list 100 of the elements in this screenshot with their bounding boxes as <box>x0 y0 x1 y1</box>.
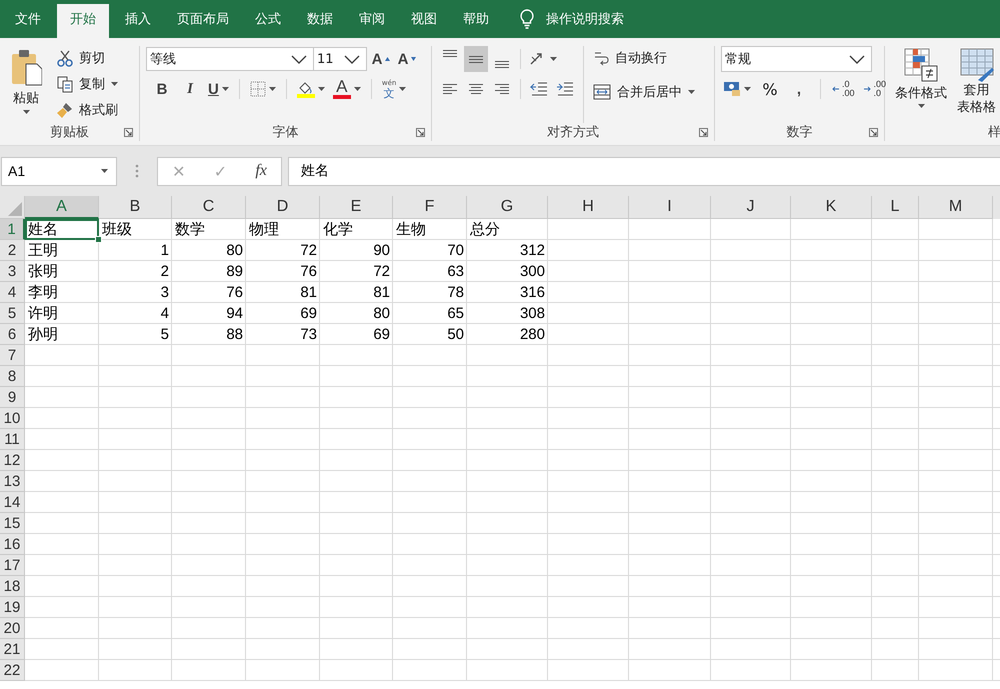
row-header[interactable]: 4 <box>0 282 25 303</box>
table-cell-text: 1 <box>160 241 170 261</box>
column-header[interactable]: B <box>99 196 172 219</box>
format-painter-button[interactable]: 格式刷 <box>54 98 121 122</box>
row-header[interactable]: 17 <box>0 555 25 576</box>
format-as-table-button[interactable]: 套用 表格格 <box>953 46 1000 123</box>
row-header[interactable]: 13 <box>0 471 25 492</box>
chevron-down-icon <box>849 54 865 64</box>
ribbon-tab[interactable]: 文件 <box>2 4 54 38</box>
number-format-dropdown[interactable]: 常规 <box>721 46 872 72</box>
column-header[interactable]: C <box>172 196 246 219</box>
dialog-launcher-icon[interactable] <box>869 128 878 137</box>
percent-button[interactable]: % <box>758 77 782 101</box>
column-header[interactable]: A <box>25 196 99 219</box>
caret-icon[interactable] <box>111 82 118 86</box>
dialog-launcher-icon[interactable] <box>416 128 425 137</box>
caret-icon[interactable] <box>399 87 406 91</box>
wrap-text-button[interactable]: 自动换行 <box>590 46 698 70</box>
group-label: 剪贴板 <box>50 124 89 141</box>
row-header[interactable]: 19 <box>0 597 25 618</box>
dialog-launcher-icon[interactable] <box>124 128 133 137</box>
increase-decimal-button[interactable]: .0 .00 <box>830 77 857 101</box>
clipboard-icon <box>10 48 42 86</box>
caret-icon[interactable] <box>318 87 325 91</box>
underline-button[interactable]: U <box>206 77 231 101</box>
table-cell-text: 72 <box>299 241 318 261</box>
row-header[interactable]: 7 <box>0 345 25 366</box>
table-cell-text: 生物 <box>395 219 427 240</box>
chevron-down-icon <box>291 54 307 64</box>
column-header[interactable]: I <box>629 196 711 219</box>
merge-cells-icon <box>593 84 611 100</box>
caret-icon[interactable] <box>550 57 557 61</box>
font-size-dropdown[interactable]: 11 <box>313 47 367 71</box>
row-header[interactable]: 9 <box>0 387 25 408</box>
insert-function-button[interactable]: fx <box>255 162 267 180</box>
row-header[interactable]: 8 <box>0 366 25 387</box>
caret-icon[interactable] <box>688 90 695 94</box>
row-header[interactable]: 11 <box>0 429 25 450</box>
table-cell-text: 李明 <box>27 282 59 303</box>
row-header[interactable]: 1 <box>0 219 25 240</box>
decrease-decimal-button[interactable]: .00 .0 <box>862 77 888 101</box>
tell-me-search[interactable]: 操作说明搜索 <box>546 10 624 28</box>
row-header[interactable]: 20 <box>0 618 25 639</box>
shrink-font-button[interactable]: A <box>395 47 419 71</box>
comma-button[interactable]: , <box>787 77 811 101</box>
table-style-icon <box>960 48 994 82</box>
grow-font-button[interactable]: A <box>369 47 393 71</box>
column-header[interactable]: E <box>320 196 393 219</box>
italic-button[interactable]: I <box>178 77 202 101</box>
row-header[interactable]: 3 <box>0 261 25 282</box>
bold-button[interactable]: B <box>150 77 174 101</box>
fill-handle[interactable] <box>95 236 102 243</box>
ribbon-tab[interactable]: 页面布局 <box>164 4 242 38</box>
row-header[interactable]: 12 <box>0 450 25 471</box>
caret-icon[interactable] <box>354 87 361 91</box>
row-header[interactable]: 5 <box>0 303 25 324</box>
ribbon-tab[interactable]: 开始 <box>57 4 109 38</box>
font-name-dropdown[interactable]: 等线 <box>146 47 314 71</box>
merge-center-button[interactable]: 合并后居中 <box>590 80 698 104</box>
caret-icon[interactable] <box>744 87 751 91</box>
column-header[interactable]: L <box>872 196 919 219</box>
ribbon-tab[interactable]: 视图 <box>398 4 450 38</box>
row-header[interactable]: 2 <box>0 240 25 261</box>
cut-button[interactable]: 剪切 <box>54 46 121 70</box>
row-header[interactable]: 18 <box>0 576 25 597</box>
caret-icon[interactable] <box>222 87 229 91</box>
column-header[interactable]: H <box>548 196 629 219</box>
paste-button[interactable]: 粘贴 <box>6 46 46 123</box>
column-header[interactable]: D <box>246 196 320 219</box>
row-header[interactable]: 14 <box>0 492 25 513</box>
row-header[interactable]: 16 <box>0 534 25 555</box>
column-header[interactable]: F <box>393 196 467 219</box>
row-header[interactable]: 15 <box>0 513 25 534</box>
ribbon-tab[interactable]: 审阅 <box>346 4 398 38</box>
ribbon-tab[interactable]: 帮助 <box>450 4 502 38</box>
row-header[interactable]: 10 <box>0 408 25 429</box>
caret-icon[interactable] <box>918 104 924 108</box>
scissors-icon <box>57 50 73 66</box>
column-header[interactable]: K <box>791 196 872 219</box>
row-header[interactable]: 21 <box>0 639 25 660</box>
caret-icon[interactable] <box>101 169 108 173</box>
table-cell-text: 50 <box>446 325 465 345</box>
name-box[interactable]: A1 <box>1 156 117 186</box>
row-header[interactable]: 6 <box>0 324 25 345</box>
column-header[interactable]: J <box>711 196 791 219</box>
table-cell-text: 2 <box>160 262 170 282</box>
ribbon-tab[interactable]: 插入 <box>112 4 164 38</box>
row-header[interactable]: 22 <box>0 660 25 681</box>
column-header[interactable]: G <box>467 196 548 219</box>
font-color-button[interactable]: A <box>330 77 363 101</box>
copy-button[interactable]: 复制 <box>54 72 121 96</box>
vertical-align-button[interactable] <box>464 46 488 72</box>
caret-icon[interactable] <box>22 110 30 114</box>
column-header[interactable]: M <box>919 196 993 219</box>
formula-input[interactable]: 姓名 <box>288 156 1000 186</box>
dialog-launcher-icon[interactable] <box>699 128 708 137</box>
conditional-formatting-button[interactable]: 条件格式 <box>891 46 951 123</box>
ribbon-tab[interactable]: 数据 <box>294 4 346 38</box>
ribbon-tab[interactable]: 公式 <box>242 4 294 38</box>
caret-icon[interactable] <box>268 87 276 91</box>
